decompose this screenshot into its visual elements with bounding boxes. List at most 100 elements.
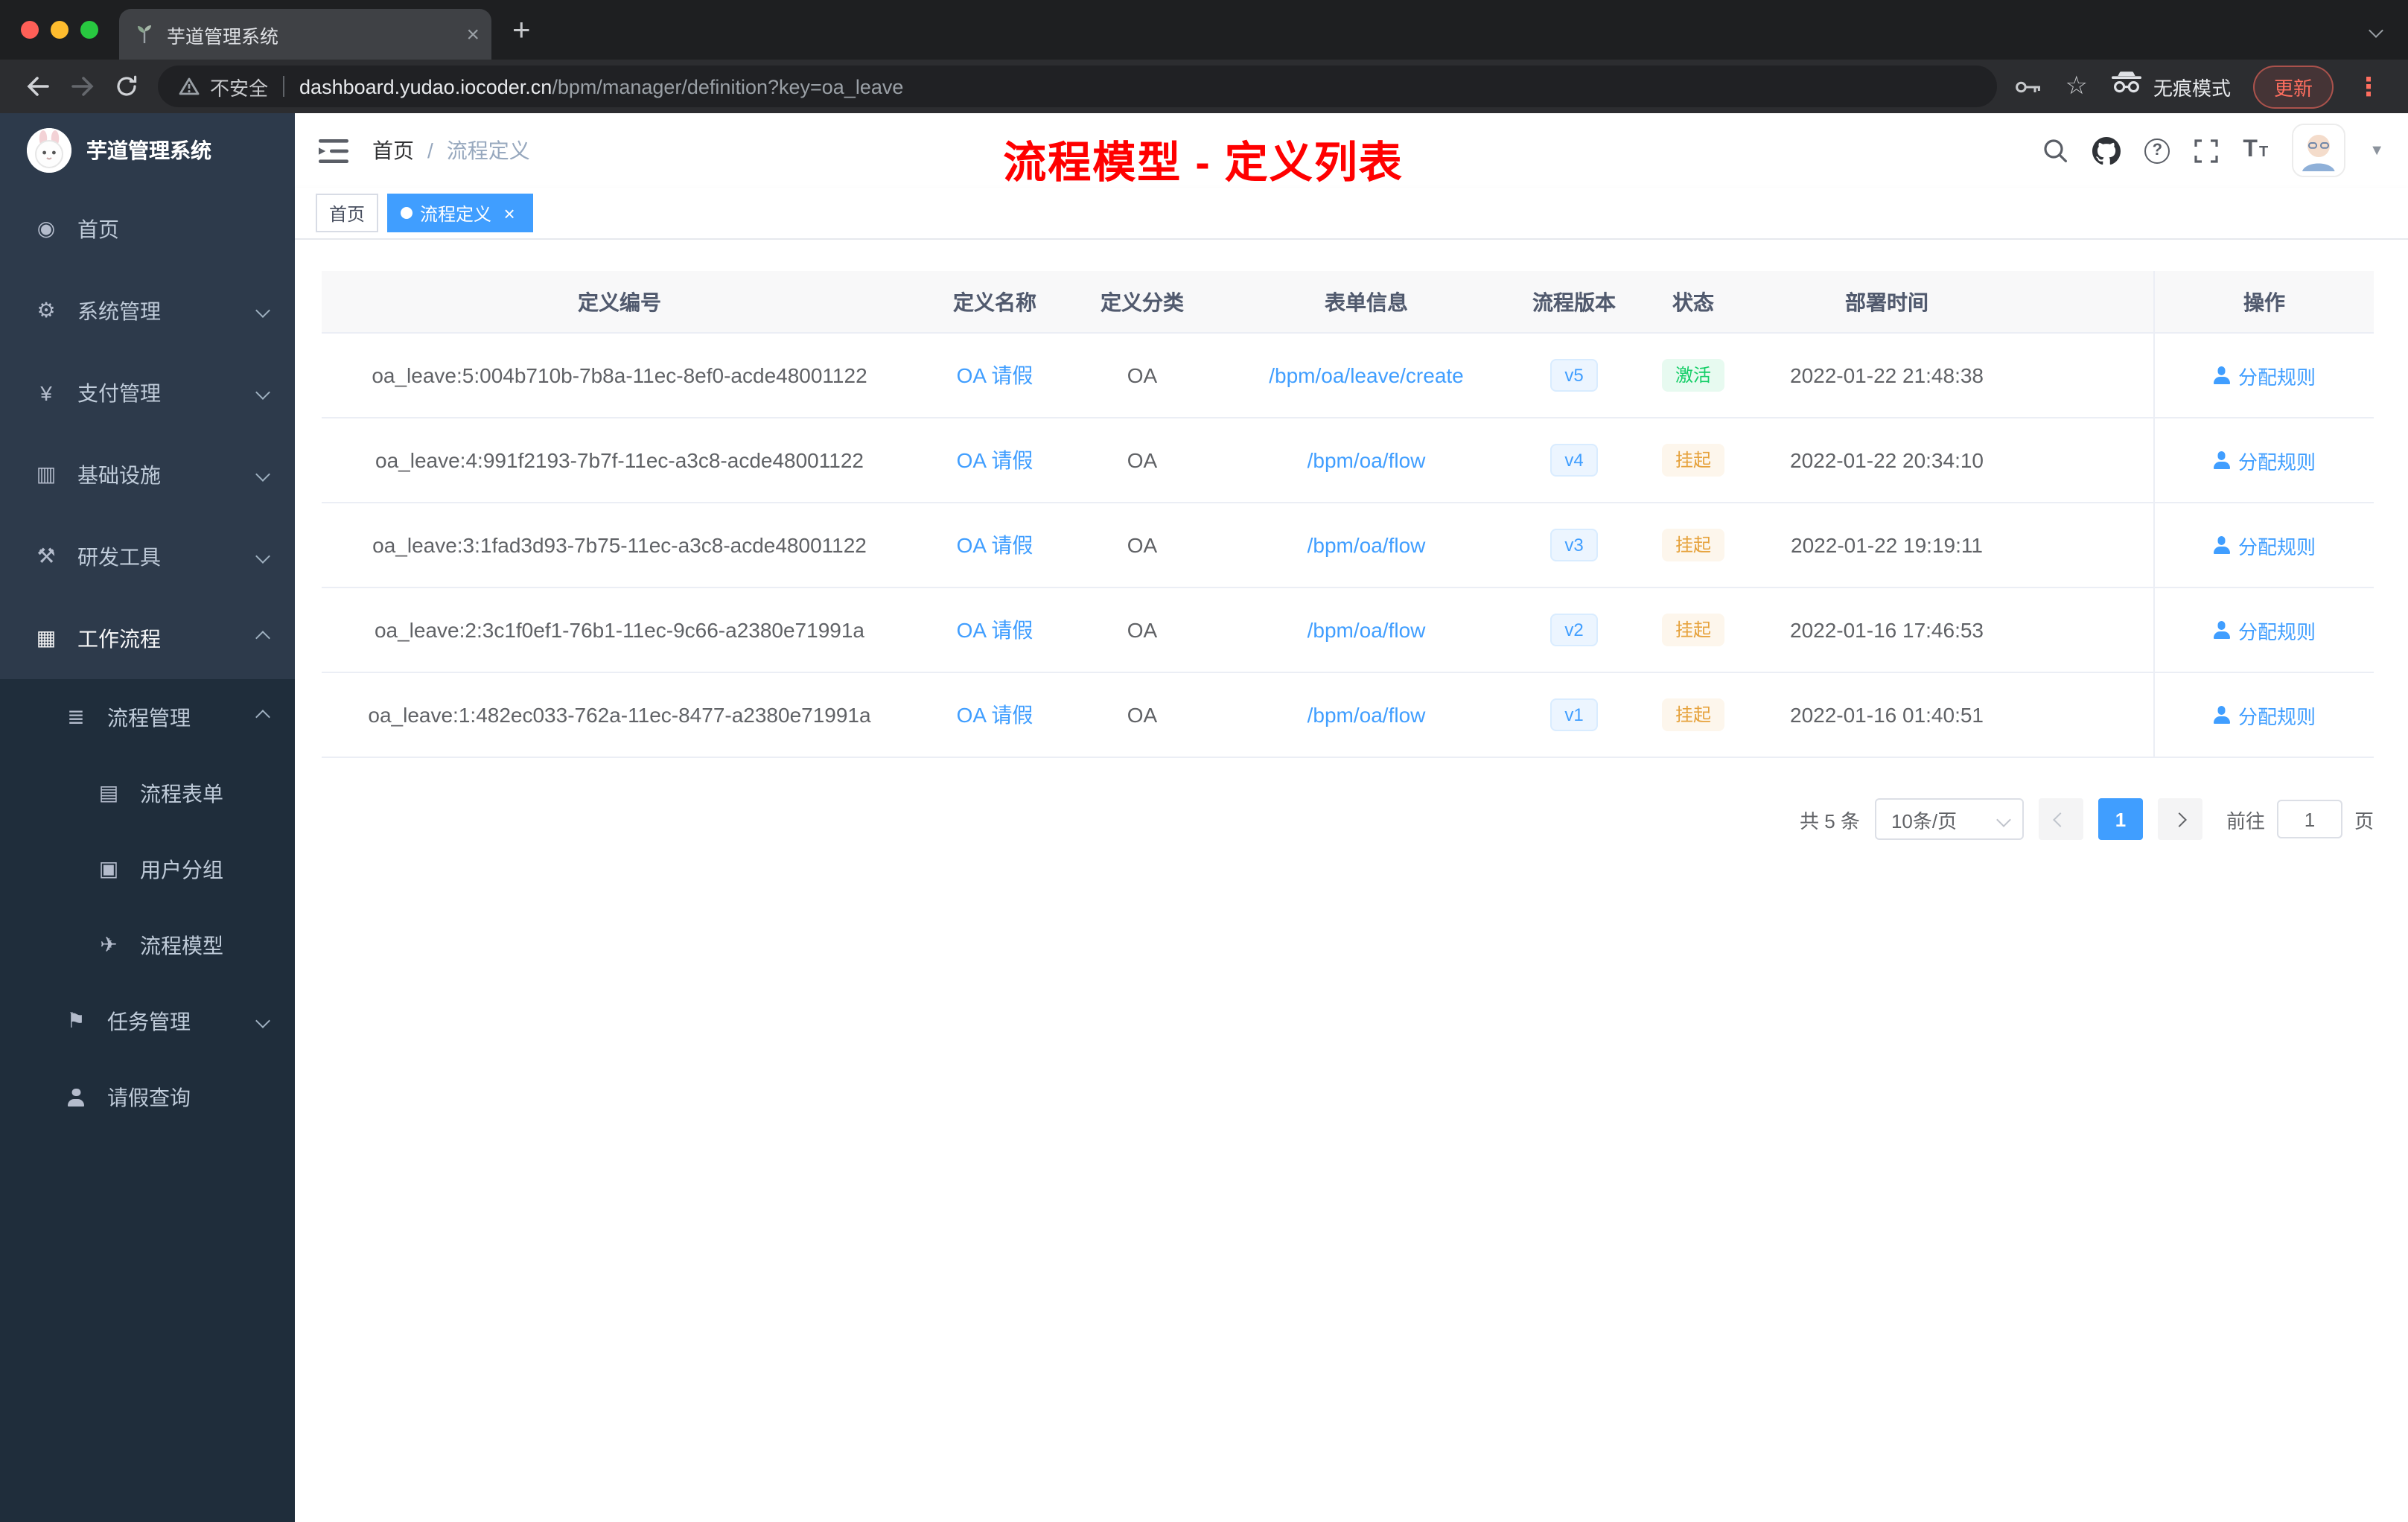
url-bar[interactable]: 不安全 dashboard.yudao.iocoder.cn/bpm/manag… [158,66,1997,107]
new-tab-button[interactable]: + [512,14,531,45]
prev-page-button[interactable] [2038,798,2083,840]
deploy-time: 2022-01-16 01:40:51 [1790,703,1984,727]
browser-tab[interactable]: 芋道管理系统 × [119,9,491,60]
tag-close-icon[interactable]: × [499,203,520,223]
help-icon[interactable]: ? [2144,138,2170,163]
form-link[interactable]: /bpm/oa/flow [1307,448,1426,472]
status-badge: 挂起 [1661,698,1724,731]
dashboard-icon: ◉ [36,216,56,240]
tab-favicon [134,24,155,45]
sidebar-item-infrastructure[interactable]: ▥ 基础设施 [0,433,295,515]
security-label[interactable]: 不安全 [210,72,268,101]
assign-rule-link[interactable]: 分配规则 [2213,446,2316,474]
sidebar-item-workflow[interactable]: ▦ 工作流程 [0,597,295,679]
header-deploy-time: 部署时间 [1845,290,1928,313]
total-count: 共 5 条 [1800,809,1860,832]
github-icon[interactable] [2092,136,2121,165]
minimize-window-button[interactable] [51,21,69,39]
select-caret-icon [1996,812,2011,827]
password-key-icon[interactable] [2014,78,2042,95]
sidebar-item-process-management[interactable]: ≣ 流程管理 [0,679,295,755]
sidebar-item-system-management[interactable]: ⚙ 系统管理 [0,270,295,351]
sidebar-item-process-form[interactable]: ▤ 流程表单 [0,755,295,831]
incognito-icon [2110,71,2143,101]
forward-button[interactable] [60,64,104,109]
form-link[interactable]: /bpm/oa/leave/create [1269,363,1464,387]
tab-close-icon[interactable]: × [466,23,480,45]
assign-rule-link[interactable]: 分配规则 [2213,361,2316,389]
browser-menu-dots-icon[interactable]: ⋮ [2356,74,2381,99]
avatar[interactable] [2292,124,2346,177]
main-area: 首页 / 流程定义 ? TT ▼ 首页 流程定义 × 定义编号 定义名称 定义分… [295,113,2408,1522]
header-definition-id: 定义编号 [578,290,661,313]
back-button[interactable] [15,64,60,109]
assign-rule-link[interactable]: 分配规则 [2213,701,2316,729]
process-definition-table: 定义编号 定义名称 定义分类 表单信息 流程版本 状态 部署时间 操作 oa_l… [322,271,2374,758]
workflow-icon: ▦ [36,625,57,649]
close-window-button[interactable] [21,21,39,39]
tag-active-dot [401,207,413,219]
chevron-down-icon [255,549,270,564]
chevron-down-icon [255,467,270,482]
header-form-info: 表单信息 [1325,290,1408,313]
definition-name-link[interactable]: OA 请假 [957,445,1033,475]
sidebar-item-task-management[interactable]: ⚑ 任务管理 [0,983,295,1059]
table-row: oa_leave:3:1fad3d93-7b75-11ec-a3c8-acde4… [322,503,2374,588]
page-1-button[interactable]: 1 [2098,798,2143,840]
tag-process-definition[interactable]: 流程定义 × [387,194,534,232]
search-icon[interactable] [2042,137,2068,164]
header-status: 状态 [1672,290,1714,313]
page-unit: 页 [2354,809,2374,832]
page-title-overlay: 流程模型 - 定义列表 [1003,140,1404,188]
next-page-button[interactable] [2157,798,2202,840]
sidebar-item-leave-query[interactable]: 请假查询 [0,1059,295,1135]
goto-page: 前往 页 [2226,800,2374,838]
update-button[interactable]: 更新 [2252,65,2334,108]
page-size-select[interactable]: 10条/页 [1874,798,2024,840]
version-badge: v2 [1549,614,1599,646]
deploy-time: 2022-01-22 21:48:38 [1790,363,1984,387]
hamburger-icon[interactable] [319,138,348,163]
chevron-up-icon [255,631,270,646]
definition-name-link[interactable]: OA 请假 [957,530,1033,560]
sidebar-item-process-model[interactable]: ✈ 流程模型 [0,907,295,983]
fullscreen-icon[interactable] [2194,138,2219,163]
goto-input[interactable] [2276,800,2342,838]
form-link[interactable]: /bpm/oa/flow [1307,703,1426,727]
sidebar-item-payment-management[interactable]: ¥ 支付管理 [0,351,295,433]
form-link[interactable]: /bpm/oa/flow [1307,533,1426,557]
group-icon: ▣ [98,856,119,880]
sidebar-item-user-group[interactable]: ▣ 用户分组 [0,831,295,907]
page-content: 定义编号 定义名称 定义分类 表单信息 流程版本 状态 部署时间 操作 oa_l… [295,240,2408,1522]
sidebar-item-home[interactable]: ◉ 首页 [0,188,295,270]
logo-row: 芋道管理系统 [0,113,295,188]
form-link[interactable]: /bpm/oa/flow [1307,618,1426,642]
version-badge: v1 [1549,698,1599,731]
tab-title: 芋道管理系统 [167,26,279,47]
font-size-icon[interactable]: TT [2243,137,2268,164]
user-icon [2213,706,2231,724]
chevron-down-icon [255,303,270,318]
tag-home[interactable]: 首页 [316,194,379,232]
tab-search-chevron-icon[interactable] [2369,22,2383,37]
send-icon: ✈ [100,932,118,956]
definition-name-link[interactable]: OA 请假 [957,615,1033,645]
logo-title: 芋道管理系统 [86,138,211,162]
definition-category: OA [1127,618,1158,642]
sidebar-item-dev-tools[interactable]: ⚒ 研发工具 [0,515,295,597]
definition-name-link[interactable]: OA 请假 [957,700,1033,730]
header-definition-name: 定义名称 [953,290,1036,313]
definition-name-link[interactable]: OA 请假 [957,360,1033,390]
toolbar-right: ☆ 无痕模式 更新 ⋮ [2011,65,2393,108]
reload-button[interactable] [104,64,149,109]
navbar-right: ? TT ▼ [2042,124,2384,177]
assign-rule-link[interactable]: 分配规则 [2213,531,2316,559]
avatar-caret-icon[interactable]: ▼ [2369,142,2384,159]
breadcrumb-home[interactable]: 首页 [372,136,414,165]
definition-id: oa_leave:5:004b710b-7b8a-11ec-8ef0-acde4… [372,363,867,387]
bookmark-star-icon[interactable]: ☆ [2065,71,2088,101]
url-text[interactable]: dashboard.yudao.iocoder.cn/bpm/manager/d… [299,75,903,98]
zoom-window-button[interactable] [80,21,98,39]
flag-icon: ⚑ [66,1008,86,1032]
assign-rule-link[interactable]: 分配规则 [2213,616,2316,644]
